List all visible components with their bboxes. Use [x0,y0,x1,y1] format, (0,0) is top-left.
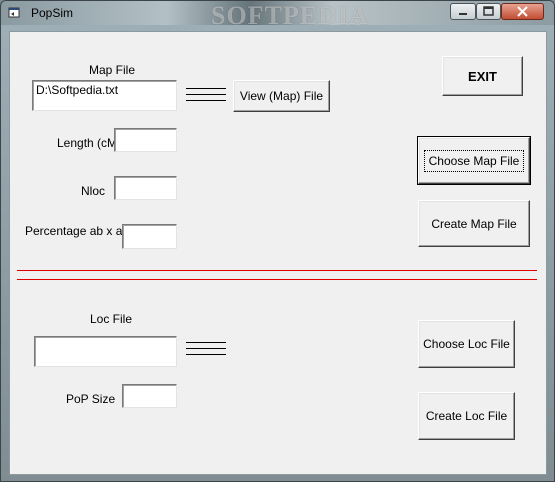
choose-map-file-label: Choose Map File [423,149,525,172]
choose-loc-file-button[interactable]: Choose Loc File [418,320,515,368]
create-loc-file-button[interactable]: Create Loc File [418,392,515,440]
map-file-field[interactable]: D:\Softpedia.txt [32,80,177,111]
app-icon[interactable] [8,6,21,19]
choose-map-file-button[interactable]: Choose Map File [417,136,531,185]
pop-size-label: PoP Size [66,392,116,406]
percentage-label: Percentage ab x ab [25,224,130,238]
percentage-field[interactable] [122,224,177,249]
length-field[interactable] [114,128,177,152]
title-bar[interactable]: PopSim SOFTPEDIA [1,1,554,30]
create-map-file-button[interactable]: Create Map File [418,200,530,247]
map-file-label: Map File [89,63,136,77]
view-map-file-button[interactable]: View (Map) File [233,80,330,112]
nloc-label: Nloc [81,184,106,198]
pop-size-field[interactable] [122,384,177,408]
close-button[interactable] [501,3,544,20]
map-file-lines [186,88,226,105]
window-title: PopSim [31,6,74,20]
separator-line-bottom [17,279,537,280]
minimize-icon [459,13,467,15]
length-label: Length (cM) [57,136,122,150]
maximize-icon [483,6,494,16]
softpedia-watermark: SOFTPEDIA [211,1,369,30]
exit-button[interactable]: EXIT [442,56,523,96]
client-area: Map File D:\Softpedia.txt View (Map) Fil… [9,31,547,475]
loc-file-label: Loc File [90,312,133,326]
minimize-button[interactable] [450,3,476,20]
nloc-field[interactable] [114,176,177,200]
maximize-button[interactable] [476,3,501,20]
loc-file-lines [186,342,226,359]
popsim-window: PopSim SOFTPEDIA Map File D:\Softpedia.t… [0,0,555,482]
close-icon [517,6,528,17]
loc-file-field[interactable] [34,336,177,367]
separator-line-top [17,270,537,271]
